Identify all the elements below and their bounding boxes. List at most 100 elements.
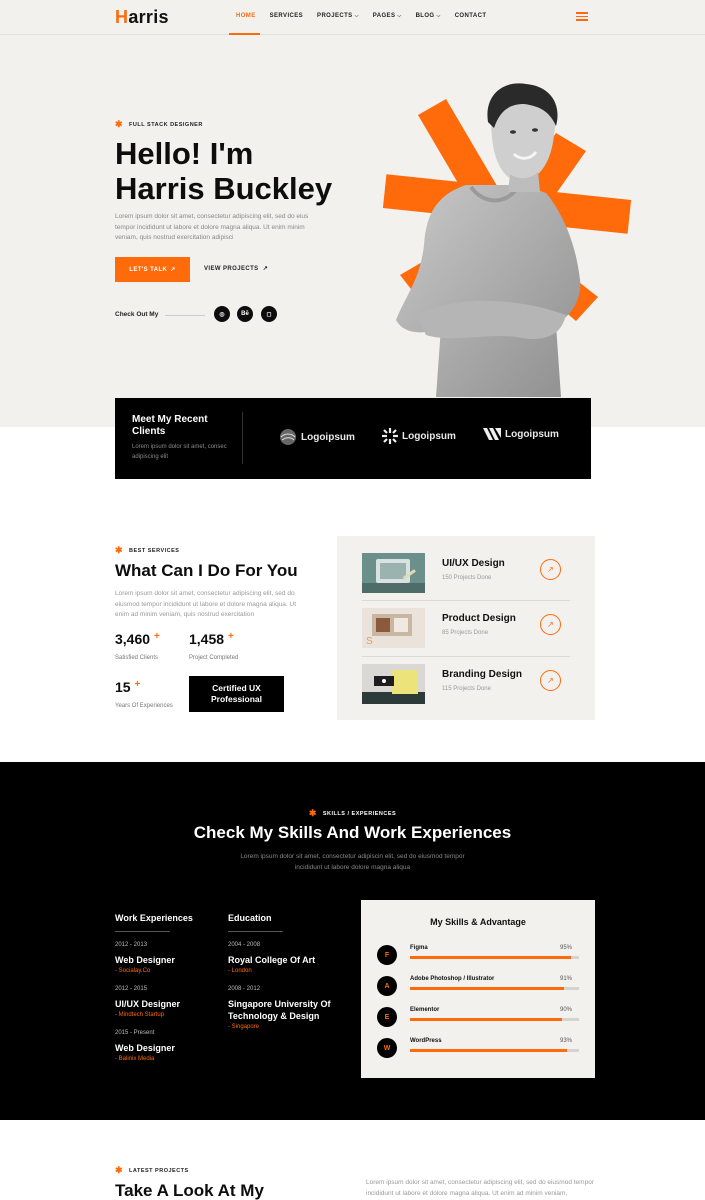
hero-description: Lorem ipsum dolor sit amet, consectetur … <box>115 213 309 241</box>
education-place: - Singapore <box>228 1024 260 1030</box>
arrow-up-right-icon[interactable]: ↗ <box>540 559 561 580</box>
service-count: 150 Projects Done <box>442 575 492 581</box>
certified-badge: Certified UX Professional <box>189 676 284 712</box>
work-role: UI/UX Designer <box>115 999 181 1009</box>
divider-line <box>165 315 205 316</box>
service-count: 115 Projects Done <box>442 686 491 692</box>
check-out-label: Check Out My <box>115 311 159 318</box>
adobe-icon: A <box>377 976 397 996</box>
site-logo[interactable]: Harris <box>115 7 169 28</box>
behance-icon[interactable]: Bē <box>237 306 253 322</box>
services-description: Lorem ipsum dolor sit amet, consectetur … <box>115 590 297 618</box>
skills-description: Lorem ipsum dolor sit amet, consectetur … <box>240 853 465 871</box>
divider-line <box>362 600 570 601</box>
work-company: - Socialay.Co <box>115 968 151 974</box>
arrow-up-right-icon: ↗ <box>260 266 269 272</box>
skills-eyebrow: ✱ SKILLS / EXPERIENCES <box>308 808 397 818</box>
services-eyebrow: ✱ BEST SERVICES <box>115 545 180 555</box>
clients-title: Meet My Recent Clients <box>132 414 208 437</box>
skill-progress-bar <box>410 956 579 959</box>
education-school: Royal College Of Art <box>228 955 316 965</box>
asterisk-icon: ✱ <box>115 1165 124 1175</box>
dribbble-icon[interactable]: ◎ <box>214 306 230 322</box>
stat-clients-value: 3,460 + <box>115 631 160 647</box>
chevron-down-icon: ⌵ <box>354 13 359 19</box>
service-name: Product Design <box>442 613 516 624</box>
skill-row-figma: F Figma 95% <box>377 943 580 967</box>
projects-eyebrow: ✱ LATEST PROJECTS <box>115 1165 189 1175</box>
instagram-icon[interactable]: ◻ <box>261 306 277 322</box>
figma-icon: F <box>377 945 397 965</box>
work-years: 2012 - 2013 <box>115 942 148 948</box>
skills-card-title: My Skills & Advantage <box>430 917 526 927</box>
clients-description: Lorem ipsum dolor sit amet, consec adipi… <box>132 444 227 460</box>
stat-clients-label: Satisfied Clients <box>115 655 159 661</box>
services-panel: UI/UX Design 150 Projects Done ↗ S Produ… <box>337 536 595 720</box>
nav-item-pages[interactable]: PAGES ⌵ <box>373 13 402 19</box>
skill-row-elementor: E Elementor 90% <box>377 1005 580 1029</box>
divider-line <box>115 931 170 932</box>
chevron-down-icon: ⌵ <box>436 13 441 19</box>
skill-progress-bar <box>410 1018 579 1021</box>
client-logo-2[interactable]: Logoipsum <box>382 428 456 444</box>
hero-eyebrow: ✱ FULL STACK DESIGNER <box>115 119 203 129</box>
asterisk-icon: ✱ <box>115 119 124 129</box>
asterisk-icon: ✱ <box>115 545 124 555</box>
work-experience-heading: Work Experiences <box>115 913 193 923</box>
service-item-uiux[interactable]: UI/UX Design 150 Projects Done ↗ <box>362 553 572 597</box>
work-role: Web Designer <box>115 1043 175 1053</box>
projects-title: Take A Look At My <box>115 1181 264 1200</box>
skill-row-adobe: A Adobe Photoshop / Illustrator 91% <box>377 974 580 998</box>
client-logo-1[interactable]: Logoipsum <box>279 428 355 446</box>
work-company: - Balinix Media <box>115 1056 155 1062</box>
clients-bar: Meet My Recent Clients Lorem ipsum dolor… <box>115 398 591 479</box>
work-role: Web Designer <box>115 955 175 965</box>
education-school: Singapore University Of Technology & Des… <box>228 999 331 1021</box>
arrow-up-right-icon: ↗ <box>170 267 176 273</box>
branding-thumbnail <box>362 664 425 704</box>
education-years: 2008 - 2012 <box>228 986 261 992</box>
chevron-down-icon: ⌵ <box>397 13 402 19</box>
stripes-icon <box>483 428 501 440</box>
arrow-up-right-icon[interactable]: ↗ <box>540 614 561 635</box>
sunburst-icon <box>382 428 398 444</box>
divider-line <box>242 412 243 464</box>
lets-talk-button[interactable]: LET'S TALK ↗ <box>115 257 190 282</box>
stat-years-label: Years Of Experiences <box>115 703 173 709</box>
service-item-branding[interactable]: Branding Design 115 Projects Done ↗ <box>362 664 572 708</box>
uiux-thumbnail <box>362 553 425 593</box>
stat-projects-value: 1,458 + <box>189 631 234 647</box>
client-logo-3[interactable]: Logoipsum <box>483 428 559 440</box>
service-item-product[interactable]: S Product Design 85 Projects Done ↗ <box>362 608 572 652</box>
nav-item-services[interactable]: SERVICES <box>270 13 303 19</box>
work-years: 2012 - 2015 <box>115 986 148 992</box>
nav-item-blog[interactable]: BLOG ⌵ <box>416 13 441 19</box>
globe-icon <box>280 429 296 445</box>
skill-progress-bar <box>410 987 579 990</box>
hamburger-menu-icon[interactable] <box>576 12 588 23</box>
stat-years-value: 15 + <box>115 679 141 695</box>
main-menu: HOME SERVICES PROJECTS ⌵ PAGES ⌵ BLOG ⌵ CON… <box>236 13 486 19</box>
wordpress-icon: W <box>377 1038 397 1058</box>
nav-item-contact[interactable]: CONTACT <box>455 13 487 19</box>
product-thumbnail: S <box>362 608 425 648</box>
portrait-photo <box>396 185 581 397</box>
asterisk-icon: ✱ <box>308 808 317 818</box>
view-projects-button[interactable]: VIEW PROJECTS ↗ <box>204 265 268 272</box>
nav-item-home[interactable]: HOME <box>236 13 256 19</box>
stat-projects-label: Project Completed <box>189 655 239 661</box>
services-title: What Can I Do For You <box>115 561 298 580</box>
education-heading: Education <box>228 913 272 923</box>
projects-description: Lorem ipsum dolor sit amet, consectetur … <box>366 1179 594 1197</box>
portrait-head <box>487 83 558 192</box>
hero-title: Hello! I'm Harris Buckley <box>115 136 333 206</box>
skill-progress-bar <box>410 1049 579 1052</box>
education-years: 2004 - 2008 <box>228 942 261 948</box>
education-place: - London <box>228 968 252 974</box>
svg-text:S: S <box>366 636 373 647</box>
nav-item-projects[interactable]: PROJECTS ⌵ <box>317 13 359 19</box>
skills-title: Check My Skills And Work Experiences <box>193 823 512 842</box>
service-name: UI/UX Design <box>442 558 505 569</box>
skills-card: My Skills & Advantage F Figma 95% A Adob… <box>361 900 595 1078</box>
arrow-up-right-icon[interactable]: ↗ <box>540 670 561 691</box>
